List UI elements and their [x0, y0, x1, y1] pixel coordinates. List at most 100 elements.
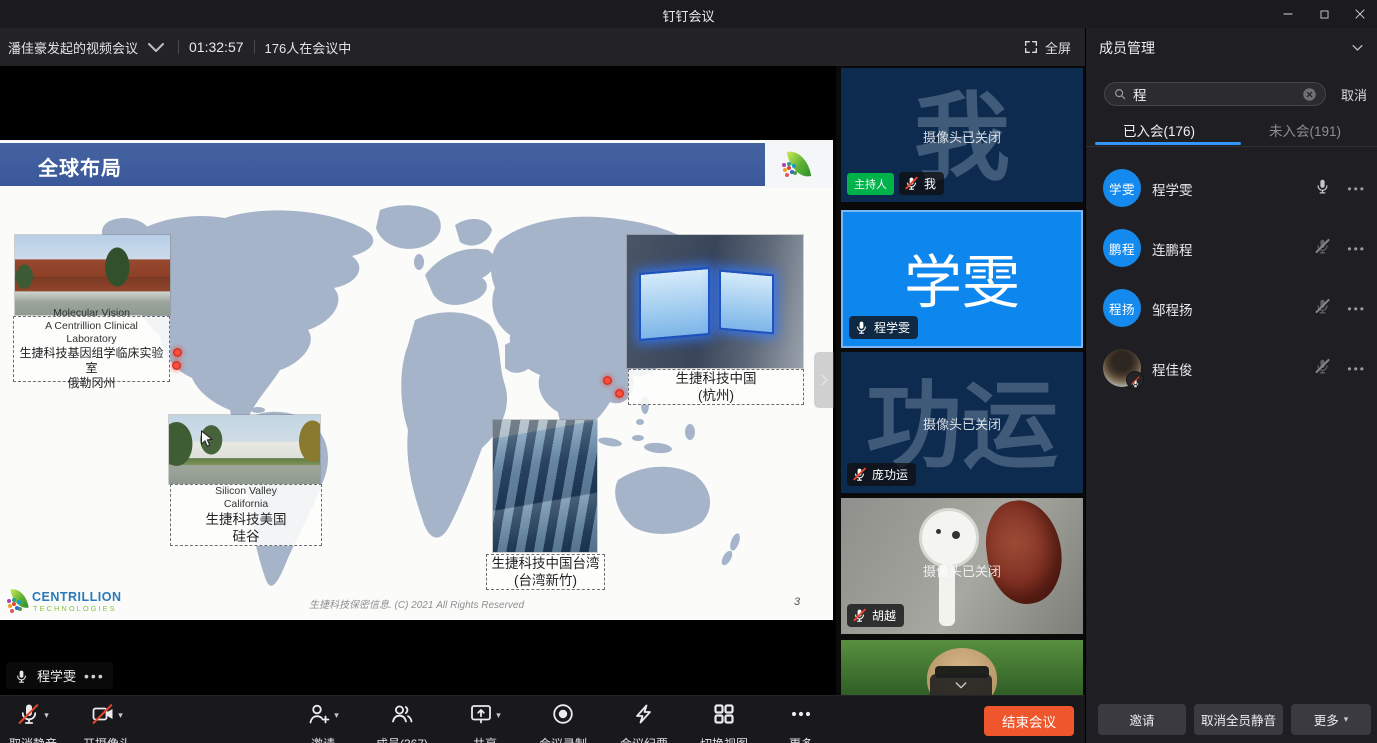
toolbar-record-button[interactable]: 会议录制: [524, 696, 602, 743]
member-management-panel: 成员管理 程 取消 已入会(176) 未入会(191) 学雯 程学雯 ••• 鹏…: [1085, 28, 1377, 743]
video-tile-panggongyun[interactable]: 功运 摄像头已关闭 庞功运: [841, 352, 1083, 493]
meme-eye: [936, 529, 941, 534]
dropdown-caret-icon: ▾: [1344, 714, 1349, 725]
speaker-more-button[interactable]: •••: [84, 672, 105, 680]
toolbar-invite-button[interactable]: ▾ 邀请: [288, 696, 358, 743]
clear-search-icon[interactable]: [1302, 87, 1317, 102]
minimize-icon: [1281, 7, 1295, 21]
toolbar-members-button[interactable]: 成员(367): [360, 696, 444, 743]
video-tile-huyue[interactable]: 摄像头已关闭 胡越: [841, 498, 1083, 634]
maximize-button[interactable]: [1307, 2, 1341, 26]
toolbar-more-button[interactable]: 更多: [768, 696, 834, 743]
minimize-button[interactable]: [1271, 2, 1305, 26]
sv-line-3: 生捷科技美国: [171, 511, 321, 528]
toolbar-share-button[interactable]: ▾ 共享: [452, 696, 518, 743]
fullscreen-button[interactable]: 全屏: [1023, 28, 1071, 66]
camera-off-text: 摄像头已关闭: [841, 127, 1083, 146]
member-more-button[interactable]: •••: [1347, 182, 1366, 196]
member-row[interactable]: 程佳俊 •••: [1086, 338, 1377, 398]
tile-big-name: 学雯: [843, 235, 1081, 319]
member-row[interactable]: 学雯 程学雯 •••: [1086, 158, 1377, 218]
camera-off-icon: [91, 702, 115, 726]
chevron-down-icon: [953, 677, 969, 693]
member-search-input[interactable]: 程: [1104, 82, 1326, 106]
toolbar-unmute-button[interactable]: ▾ 取消静音: [0, 696, 66, 743]
member-more-button[interactable]: •••: [1347, 242, 1366, 256]
divider: [1086, 146, 1377, 147]
dropdown-caret-icon[interactable]: ▾: [118, 710, 123, 721]
slide-page-number: 3: [794, 596, 800, 608]
oregon-building-photo: [15, 235, 170, 315]
search-icon: [1113, 87, 1127, 101]
panel-collapse-chevron-icon[interactable]: [1350, 40, 1365, 55]
search-value: 程: [1133, 84, 1296, 104]
dropdown-caret-icon[interactable]: ▾: [496, 710, 501, 721]
sv-line-2: California: [171, 498, 321, 511]
tile-name: 庞功运: [872, 466, 908, 483]
tile-name-pill: 程学雯: [849, 316, 918, 339]
hangzhou-label-box: 生捷科技中国 (杭州): [628, 369, 804, 405]
meeting-title-chevron-down-icon[interactable]: [144, 35, 168, 59]
video-tile-chengxuewen[interactable]: 学雯 程学雯: [841, 210, 1083, 348]
close-button[interactable]: [1343, 2, 1377, 26]
centrillion-leaf-logo-icon: [787, 148, 812, 179]
end-meeting-button[interactable]: 结束会议: [984, 706, 1074, 736]
unmute-all-button[interactable]: 取消全员静音: [1194, 704, 1283, 735]
member-name: 程学雯: [1152, 179, 1193, 199]
toolbar-minutes-button[interactable]: 会议纪要: [606, 696, 682, 743]
member-mic-button[interactable]: [1314, 178, 1331, 196]
screen-share-icon: [469, 702, 493, 726]
member-row[interactable]: 程扬 邹程扬 •••: [1086, 278, 1377, 338]
mic-muted-icon: [904, 176, 919, 191]
mic-on-icon: [1314, 178, 1331, 195]
video-tile-me[interactable]: 我 摄像头已关闭 主持人 我: [841, 68, 1083, 202]
dropdown-caret-icon[interactable]: ▾: [334, 710, 339, 721]
oregon-line-3: Laboratory: [14, 333, 169, 346]
member-more-button[interactable]: •••: [1347, 302, 1366, 316]
stage-next-chevron-button[interactable]: [814, 352, 834, 408]
oregon-line-2: A Centrillion Clinical: [14, 320, 169, 333]
people-icon: [390, 702, 414, 726]
member-row[interactable]: 鹏程 连鹏程 •••: [1086, 218, 1377, 278]
host-badge: 主持人: [847, 173, 894, 195]
meeting-title[interactable]: 潘佳豪发起的视频会议: [8, 38, 138, 57]
meeting-toolbar: ▾ 取消静音 ▾ 开摄像头 ▾ 邀请 成员(367) ▾ 共享 会议录制 会议纪…: [0, 695, 1085, 743]
toolbar-camera-button[interactable]: ▾ 开摄像头: [72, 696, 142, 743]
toolbar-view-switch-button[interactable]: 切换视图: [686, 696, 762, 743]
active-tab-underline: [1095, 142, 1241, 145]
chevron-right-icon: [817, 373, 831, 387]
mic-muted-icon: [852, 467, 867, 482]
meeting-duration: 01:32:57: [189, 39, 244, 55]
member-mic-button[interactable]: [1314, 298, 1331, 316]
grid-view-icon: [712, 702, 736, 726]
member-mic-button[interactable]: [1314, 358, 1331, 376]
mic-muted-icon: [1314, 358, 1331, 375]
member-more-button[interactable]: •••: [1347, 362, 1366, 376]
member-mic-button[interactable]: [1314, 238, 1331, 256]
video-thumbnail-strip: 我 摄像头已关闭 主持人 我 学雯 程学雯 功运 摄像头已关: [836, 66, 1085, 695]
mic-muted-icon: [1314, 298, 1331, 315]
dingtalk-meeting-window: 钉钉会议 潘佳豪发起的视频会议 01:32:57 176人在会议中 全屏 全球布…: [0, 0, 1377, 743]
member-name: 连鹏程: [1152, 239, 1193, 259]
meme-figure-head: [919, 508, 979, 568]
tab-not-joined[interactable]: 未入会(191): [1232, 116, 1377, 146]
slide-title: 全球布局: [38, 152, 122, 181]
sv-line-4: 硅谷: [171, 528, 321, 545]
tw-line-1: 生捷科技中国台湾: [487, 555, 604, 572]
search-cancel-button[interactable]: 取消: [1341, 85, 1367, 104]
dropdown-caret-icon[interactable]: ▾: [44, 710, 49, 721]
person-add-icon: [307, 702, 331, 726]
mic-muted-icon: [852, 608, 867, 623]
meme-eye: [952, 531, 960, 539]
toolbar-label: 成员(367): [360, 735, 444, 743]
fullscreen-label: 全屏: [1045, 38, 1071, 57]
meeting-info-bar: 潘佳豪发起的视频会议 01:32:57 176人在会议中 全屏: [0, 28, 1085, 66]
hz-line-1: 生捷科技中国: [629, 370, 803, 387]
panel-more-button[interactable]: 更多 ▾: [1291, 704, 1371, 735]
oregon-line-4: 生捷科技基因组学临床实验室: [14, 346, 169, 376]
member-name: 程佳俊: [1152, 359, 1193, 379]
strip-scroll-down-button[interactable]: [930, 674, 992, 695]
toolbar-label: 共享: [452, 735, 518, 743]
separator: [178, 40, 179, 54]
invite-button[interactable]: 邀请: [1098, 704, 1186, 735]
